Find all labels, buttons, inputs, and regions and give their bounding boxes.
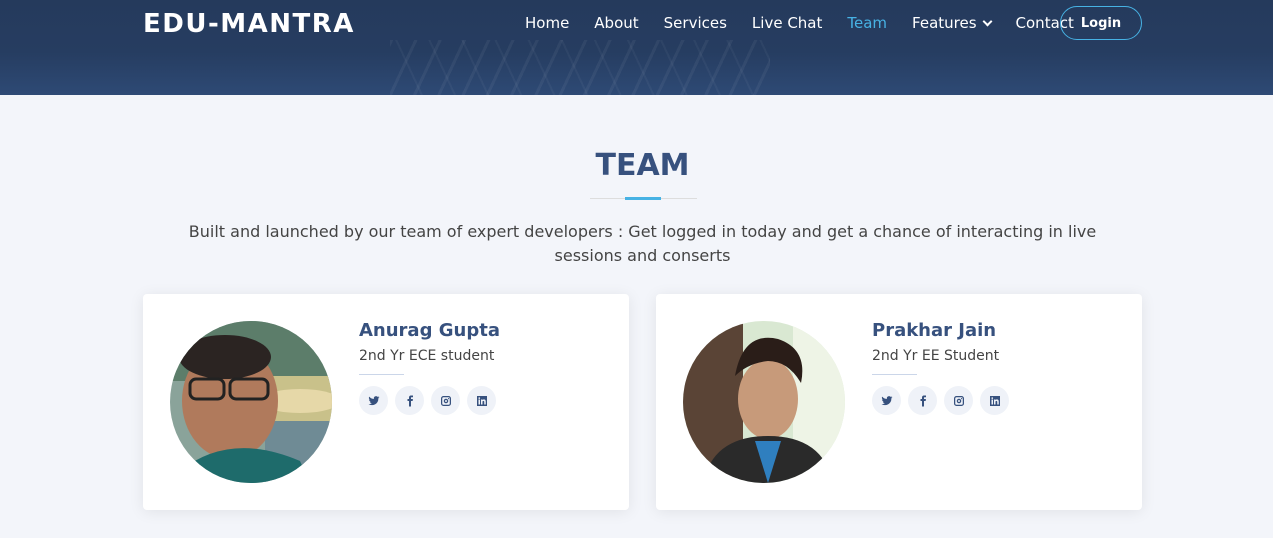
- facebook-icon[interactable]: [395, 386, 424, 415]
- main-nav: Home About Services Live Chat Team Featu…: [525, 14, 1099, 32]
- member-photo: [683, 321, 845, 483]
- nav-services[interactable]: Services: [664, 14, 727, 32]
- header-background-pattern: [390, 40, 770, 95]
- section-title: TEAM: [595, 148, 690, 183]
- member-photo: [170, 321, 332, 483]
- twitter-icon[interactable]: [872, 386, 901, 415]
- role-divider: [359, 374, 404, 375]
- linkedin-icon[interactable]: [980, 386, 1009, 415]
- member-name: Prakhar Jain: [872, 320, 997, 341]
- team-member-card: Prakhar Jain 2nd Yr EE Student: [656, 294, 1142, 510]
- site-logo[interactable]: EDU-MANTRA: [143, 9, 355, 39]
- twitter-icon[interactable]: [359, 386, 388, 415]
- member-name: Anurag Gupta: [359, 320, 500, 341]
- instagram-icon[interactable]: [944, 386, 973, 415]
- login-button[interactable]: Login: [1060, 6, 1142, 40]
- nav-home[interactable]: Home: [525, 14, 569, 32]
- role-divider: [872, 374, 917, 375]
- facebook-icon[interactable]: [908, 386, 937, 415]
- member-role: 2nd Yr ECE student: [359, 348, 495, 364]
- linkedin-icon[interactable]: [467, 386, 496, 415]
- instagram-icon[interactable]: [431, 386, 460, 415]
- title-accent-bar: [625, 197, 661, 200]
- nav-live-chat[interactable]: Live Chat: [752, 14, 822, 32]
- team-member-card: Anurag Gupta 2nd Yr ECE student: [143, 294, 629, 510]
- nav-about[interactable]: About: [594, 14, 638, 32]
- chevron-down-icon: [982, 16, 992, 27]
- nav-features-label: Features: [912, 14, 977, 32]
- nav-features[interactable]: Features: [912, 14, 992, 32]
- section-description: Built and launched by our team of expert…: [188, 222, 1097, 265]
- nav-team[interactable]: Team: [847, 14, 887, 32]
- social-links: [359, 386, 503, 415]
- member-role: 2nd Yr EE Student: [872, 348, 1000, 364]
- social-links: [872, 386, 1016, 415]
- site-header: EDU-MANTRA Home About Services Live Chat…: [0, 0, 1273, 95]
